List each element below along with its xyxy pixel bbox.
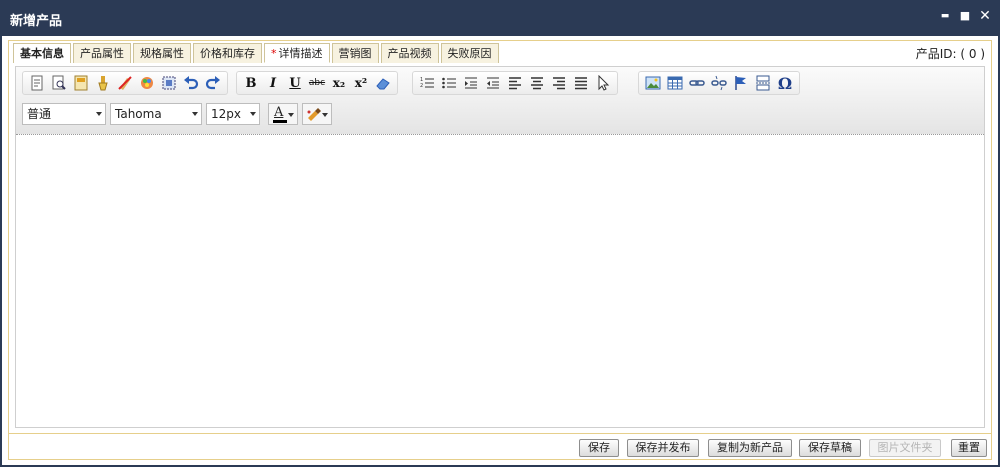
tab-detail-description[interactable]: * 详情描述 — [264, 43, 330, 63]
tab-spec-attributes[interactable]: 规格属性 — [133, 43, 191, 63]
required-marker: * — [271, 47, 277, 60]
clear-format-icon[interactable] — [114, 72, 136, 94]
tab-label: 规格属性 — [140, 47, 184, 60]
subscript-button[interactable]: x₂ — [328, 72, 350, 94]
titlebar: 新增产品 ▬ ■ ✕ — [2, 0, 998, 36]
special-char-button[interactable]: Ω — [774, 72, 796, 94]
tab-failure-reason[interactable]: 失败原因 — [440, 43, 499, 63]
font-family-select[interactable]: Tahoma — [110, 103, 202, 125]
tab-marketing-images[interactable]: 营销图 — [331, 43, 379, 63]
tab-product-video[interactable]: 产品视频 — [380, 43, 439, 63]
paragraph-format-value: 普通 — [27, 107, 52, 121]
template-icon[interactable] — [70, 72, 92, 94]
chevron-down-icon — [250, 112, 256, 116]
tab-label: 价格和库存 — [200, 47, 255, 60]
unlink-icon[interactable] — [708, 72, 730, 94]
tab-label: 失败原因 — [447, 47, 492, 60]
page-break-icon[interactable] — [752, 72, 774, 94]
dialog-window: 新增产品 ▬ ■ ✕ 基本信息 产品属性 规格属性 价格和库存 * 详情描述 营销… — [0, 0, 1000, 467]
align-left-icon[interactable] — [504, 72, 526, 94]
tab-product-attributes[interactable]: 产品属性 — [73, 43, 131, 63]
window-controls: ▬ ■ ✕ — [938, 8, 992, 24]
indent-icon[interactable] — [460, 72, 482, 94]
product-id-label: 产品ID: ( 0 ) — [915, 47, 985, 61]
form-panel: 基本信息 产品属性 规格属性 价格和库存 * 详情描述 营销图 产品视频 失败原因… — [8, 40, 992, 460]
save-button[interactable]: 保存 — [579, 439, 619, 457]
align-justify-icon[interactable] — [570, 72, 592, 94]
save-draft-button[interactable]: 保存草稿 — [799, 439, 861, 457]
paragraph-format-select[interactable]: 普通 — [22, 103, 106, 125]
font-color-bar — [273, 120, 287, 123]
unordered-list-icon[interactable] — [438, 72, 460, 94]
insert-link-icon[interactable] — [686, 72, 708, 94]
outdent-icon[interactable] — [482, 72, 504, 94]
svg-text:2: 2 — [420, 83, 423, 89]
reset-button[interactable]: 重置 — [951, 439, 987, 457]
format-brush-icon[interactable] — [92, 72, 114, 94]
toolbar-group-document — [22, 71, 228, 95]
preview-icon[interactable] — [48, 72, 70, 94]
underline-button[interactable]: U — [284, 72, 306, 94]
tab-label: 产品视频 — [387, 47, 432, 60]
chevron-down-icon — [192, 112, 198, 116]
cursor-select-icon[interactable] — [592, 72, 614, 94]
font-color-button[interactable]: A — [268, 103, 298, 125]
bold-button[interactable]: B — [240, 72, 262, 94]
rich-text-editor: B I U abc x₂ x² 12 Ω 普通 Tahoma 12px A — [15, 66, 985, 428]
tab-label: 详情描述 — [278, 47, 323, 60]
align-right-icon[interactable] — [548, 72, 570, 94]
font-color-icon: A — [274, 105, 284, 120]
editor-toolbar: B I U abc x₂ x² 12 Ω 普通 Tahoma 12px A — [16, 67, 984, 135]
align-center-icon[interactable] — [526, 72, 548, 94]
color-picker-icon[interactable] — [136, 72, 158, 94]
chevron-down-icon — [288, 113, 294, 117]
tab-label: 营销图 — [338, 47, 372, 60]
close-icon[interactable]: ✕ — [978, 8, 992, 24]
toolbar-group-paragraph: 12 — [412, 71, 618, 95]
italic-button[interactable]: I — [262, 72, 284, 94]
source-code-icon[interactable] — [26, 72, 48, 94]
select-all-icon[interactable] — [158, 72, 180, 94]
toolbar-group-insert: Ω — [638, 71, 800, 95]
maximize-icon[interactable]: ■ — [958, 8, 972, 24]
insert-table-icon[interactable] — [664, 72, 686, 94]
chevron-down-icon — [322, 113, 328, 117]
undo-icon[interactable] — [180, 72, 202, 94]
eraser-icon[interactable] — [372, 72, 394, 94]
editor-content-area[interactable] — [16, 136, 984, 427]
toolbar-group-text: B I U abc x₂ x² — [236, 71, 398, 95]
save-publish-button[interactable]: 保存并发布 — [627, 439, 699, 457]
redo-icon[interactable] — [202, 72, 224, 94]
dialog-footer: 保存 保存并发布 复制为新产品 保存草稿 图片文件夹 重置 — [9, 433, 991, 459]
tab-bar: 基本信息 产品属性 规格属性 价格和库存 * 详情描述 营销图 产品视频 失败原因 — [13, 43, 501, 63]
tab-label: 基本信息 — [20, 47, 64, 60]
anchor-flag-icon[interactable] — [730, 72, 752, 94]
superscript-button[interactable]: x² — [350, 72, 372, 94]
font-size-select[interactable]: 12px — [206, 103, 260, 125]
strikethrough-button[interactable]: abc — [306, 72, 328, 94]
insert-image-icon[interactable] — [642, 72, 664, 94]
highlight-brush-icon — [306, 106, 322, 125]
highlight-color-button[interactable] — [302, 103, 332, 125]
copy-new-product-button[interactable]: 复制为新产品 — [708, 439, 792, 457]
tab-price-stock[interactable]: 价格和库存 — [193, 43, 262, 63]
chevron-down-icon — [96, 112, 102, 116]
font-family-value: Tahoma — [115, 107, 162, 121]
window-title: 新增产品 — [10, 14, 63, 29]
minimize-icon[interactable]: ▬ — [938, 8, 952, 24]
tab-label: 产品属性 — [80, 47, 124, 60]
image-folder-button: 图片文件夹 — [869, 439, 941, 457]
tab-basic-info[interactable]: 基本信息 — [13, 43, 71, 63]
ordered-list-icon[interactable]: 12 — [416, 72, 438, 94]
font-size-value: 12px — [211, 107, 241, 121]
